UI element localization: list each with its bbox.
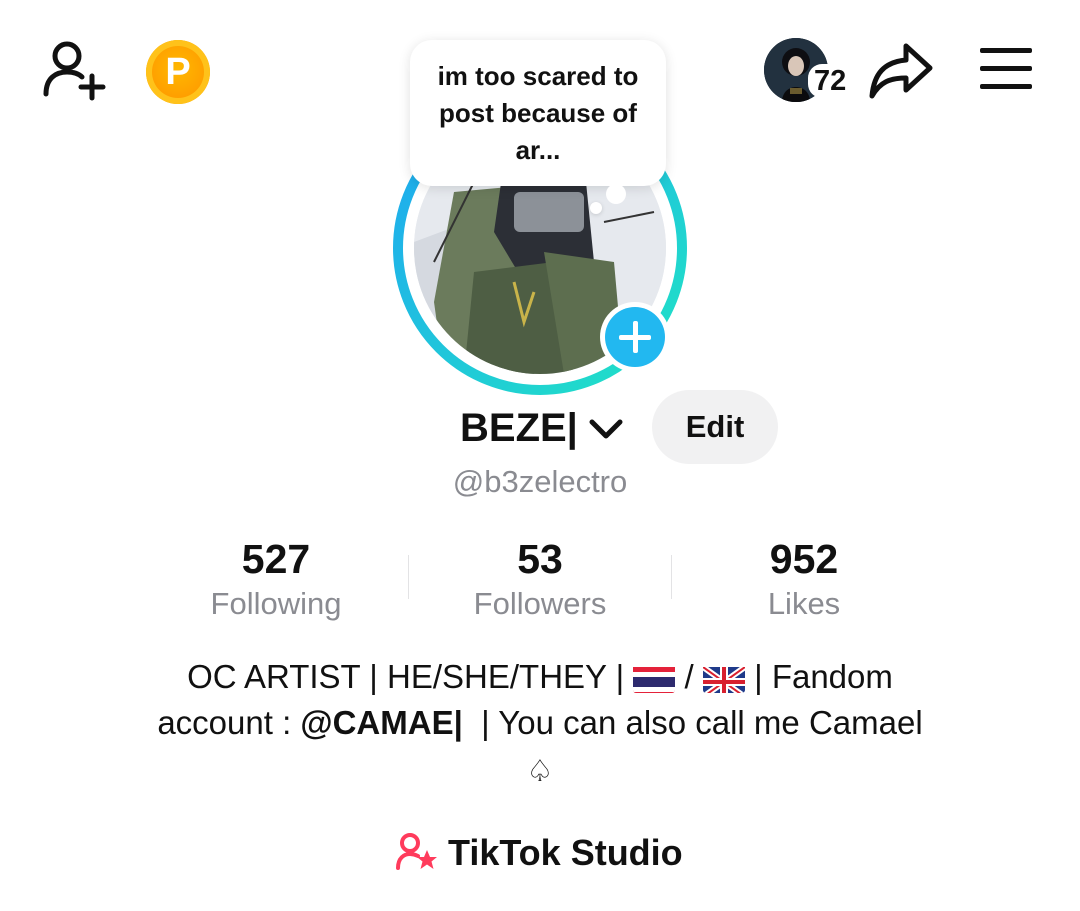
stat-value: 53 <box>517 536 563 582</box>
bio-spade-symbol: ♤ <box>526 755 554 788</box>
bubble-tail-small <box>590 202 602 214</box>
uk-flag-icon <box>702 663 745 693</box>
tiktok-studio-label: TikTok Studio <box>448 832 683 873</box>
creator-star-icon <box>396 833 437 870</box>
menu-icon[interactable] <box>978 46 1034 92</box>
chevron-down-icon[interactable] <box>588 414 624 444</box>
recent-viewers-button[interactable]: 72 <box>764 38 854 104</box>
username: @b3zelectro <box>452 464 628 499</box>
note-text: im too scared to post because of ar... <box>437 61 639 165</box>
stat-followers[interactable]: 53 Followers <box>408 534 672 624</box>
bio-text: OC ARTIST | HE/SHE/THEY | <box>187 658 634 695</box>
stat-label: Likes <box>767 586 841 621</box>
bio-text: | You can also call me Camael <box>462 704 923 741</box>
edit-profile-button[interactable]: Edit <box>652 390 778 464</box>
stat-label: Followers <box>473 586 607 621</box>
bio-text: | Fandom <box>744 658 893 695</box>
stat-label: Following <box>210 586 342 621</box>
stat-likes[interactable]: 952 Likes <box>672 534 936 624</box>
bio-text: account : <box>157 704 301 741</box>
bio: OC ARTIST | HE/SHE/THEY | / | Fandom acc… <box>60 654 1020 746</box>
stat-following[interactable]: 527 Following <box>144 534 408 624</box>
note-bubble[interactable]: im too scared to post because of ar... <box>410 40 666 186</box>
display-name[interactable]: BEZE| <box>460 404 578 452</box>
thailand-flag-icon <box>633 663 676 693</box>
plus-icon <box>605 307 665 367</box>
share-icon[interactable] <box>868 40 934 100</box>
stat-value: 952 <box>769 536 839 582</box>
coin-icon[interactable]: P <box>146 40 210 104</box>
bio-text: / <box>675 658 703 695</box>
stat-value: 527 <box>241 536 311 582</box>
add-story-button[interactable] <box>600 302 670 372</box>
bubble-tail-large <box>606 184 626 204</box>
bio-mention[interactable]: @CAMAE| <box>300 704 462 741</box>
coin-letter: P <box>165 51 191 93</box>
recent-viewer-count: 72 <box>808 64 853 98</box>
add-friend-icon[interactable] <box>40 38 108 102</box>
